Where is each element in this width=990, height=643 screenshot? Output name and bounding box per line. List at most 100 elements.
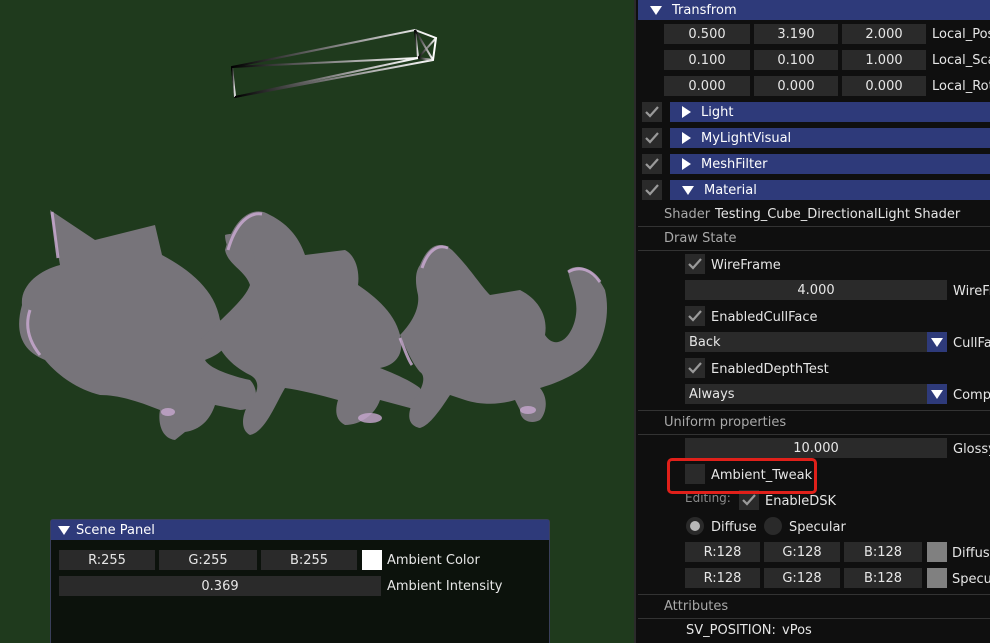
light-component-header[interactable]: Light <box>670 102 990 122</box>
inspector-panel[interactable]: Transfrom 0.500 3.190 2.000 Local_Pos 0.… <box>634 0 990 643</box>
cull-mode-value: Back <box>689 334 721 350</box>
diffuse-g[interactable]: G:128 <box>764 542 840 562</box>
scene-panel-title: Scene Panel <box>76 522 155 538</box>
compare-func-dropdown[interactable]: Always <box>685 384 947 404</box>
local-rot-z[interactable]: 0.000 <box>842 76 926 96</box>
ambient-color-g[interactable]: G:255 <box>159 550 257 570</box>
material-component-header[interactable]: Material <box>670 180 990 200</box>
checkmark-icon <box>688 362 702 374</box>
local-rot-x[interactable]: 0.000 <box>664 76 750 96</box>
triangle-down-icon[interactable] <box>58 525 70 535</box>
local-rot-label: Local_Rot <box>932 79 990 94</box>
wireframe-width-label: WireFr <box>953 284 990 299</box>
dropdown-arrow-icon[interactable] <box>927 332 947 352</box>
checkmark-icon <box>645 106 659 118</box>
checkmark-icon <box>742 494 756 506</box>
meshfilter-enabled-checkbox[interactable] <box>642 154 662 174</box>
ambient-color-r[interactable]: R:255 <box>59 550 155 570</box>
diffuse-r[interactable]: R:128 <box>685 542 760 562</box>
meshfilter-component-header[interactable]: MeshFilter <box>670 154 990 174</box>
scene-viewport[interactable]: Scene Panel R:255 G:255 B:255 Ambient Co… <box>0 0 634 643</box>
uniform-properties-title: Uniform properties <box>664 415 787 430</box>
ambient-color-b[interactable]: B:255 <box>261 550 357 570</box>
specular-color-label: Specu <box>952 572 990 587</box>
wireframe-checkbox[interactable] <box>685 254 705 274</box>
enable-dsk-label: EnableDSK <box>765 494 837 509</box>
local-pos-label: Local_Pos <box>932 27 990 42</box>
divider <box>638 226 990 227</box>
checkmark-icon <box>688 310 702 322</box>
attributes-title: Attributes <box>664 599 729 614</box>
local-pos-y[interactable]: 3.190 <box>754 24 838 44</box>
specular-g[interactable]: G:128 <box>764 568 840 588</box>
depthtest-checkbox[interactable] <box>685 358 705 378</box>
attribute-key: SV_POSITION: <box>686 623 776 638</box>
checkmark-icon <box>645 158 659 170</box>
checkmark-icon <box>645 184 659 196</box>
meshfilter-component-label: MeshFilter <box>701 156 768 172</box>
divider <box>638 594 990 595</box>
cullface-label: EnabledCullFace <box>711 310 818 325</box>
cullface-checkbox[interactable] <box>685 306 705 326</box>
specular-b[interactable]: B:128 <box>844 568 922 588</box>
local-pos-z[interactable]: 2.000 <box>842 24 926 44</box>
divider <box>638 250 990 251</box>
cull-mode-label: CullFa <box>953 336 990 351</box>
cull-mode-dropdown[interactable]: Back <box>685 332 947 352</box>
ambient-intensity-label: Ambient Intensity <box>387 579 503 594</box>
divider <box>638 410 990 411</box>
wireframe-width-slider[interactable]: 4.000 <box>685 280 947 300</box>
specular-color-swatch[interactable] <box>927 568 947 588</box>
mylightvisual-component-label: MyLightVisual <box>701 130 792 146</box>
material-component-label: Material <box>704 182 757 198</box>
light-gizmo-icon <box>230 28 438 99</box>
triangle-right-icon[interactable] <box>682 106 691 118</box>
specular-radio-label: Specular <box>789 520 846 535</box>
ambient-color-swatch[interactable] <box>362 550 382 570</box>
diffuse-b[interactable]: B:128 <box>844 542 922 562</box>
light-enabled-checkbox[interactable] <box>642 102 662 122</box>
mylightvisual-component-header[interactable]: MyLightVisual <box>670 128 990 148</box>
scene-panel[interactable]: Scene Panel R:255 G:255 B:255 Ambient Co… <box>50 519 550 643</box>
compare-func-value: Always <box>689 386 735 402</box>
shader-value: Testing_Cube_DirectionalLight Shader <box>715 207 961 222</box>
local-scale-y[interactable]: 0.100 <box>754 50 838 70</box>
local-pos-x[interactable]: 0.500 <box>664 24 750 44</box>
material-enabled-checkbox[interactable] <box>642 180 662 200</box>
ambient-color-label: Ambient Color <box>387 553 480 568</box>
diffuse-color-swatch[interactable] <box>927 542 947 562</box>
compare-func-label: Compa <box>953 388 990 403</box>
divider <box>638 434 990 435</box>
local-scale-z[interactable]: 1.000 <box>842 50 926 70</box>
scene-panel-titlebar[interactable]: Scene Panel <box>51 520 549 540</box>
diffuse-color-label: Diffuse <box>952 546 990 561</box>
glossy-slider[interactable]: 10.000 <box>685 438 947 458</box>
ambient-intensity-slider[interactable]: 0.369 <box>59 576 381 596</box>
dropdown-arrow-icon[interactable] <box>927 384 947 404</box>
triangle-right-icon[interactable] <box>682 132 691 144</box>
triangle-right-icon[interactable] <box>682 158 691 170</box>
shader-key: Shader <box>664 207 711 222</box>
cat-mesh-3 <box>400 245 608 428</box>
transform-header-label: Transfrom <box>672 2 737 18</box>
transform-header[interactable]: Transfrom <box>638 0 990 20</box>
diffuse-radio-label: Diffuse <box>711 520 757 535</box>
local-scale-x[interactable]: 0.100 <box>664 50 750 70</box>
mylightvisual-enabled-checkbox[interactable] <box>642 128 662 148</box>
glossy-label: Glossy <box>953 442 990 457</box>
checkmark-icon <box>688 258 702 270</box>
triangle-down-icon[interactable] <box>650 5 662 15</box>
triangle-down-icon[interactable] <box>682 185 694 195</box>
diffuse-radio[interactable] <box>686 517 704 535</box>
attribute-value: vPos <box>782 623 812 638</box>
divider <box>638 618 990 619</box>
wireframe-label: WireFrame <box>711 258 781 273</box>
highlight-annotation <box>667 458 817 494</box>
local-rot-y[interactable]: 0.000 <box>754 76 838 96</box>
specular-r[interactable]: R:128 <box>685 568 760 588</box>
light-component-label: Light <box>701 104 734 120</box>
specular-radio[interactable] <box>764 517 782 535</box>
local-scale-label: Local_Sca <box>932 53 990 68</box>
checkmark-icon <box>645 132 659 144</box>
draw-state-title: Draw State <box>664 231 737 246</box>
